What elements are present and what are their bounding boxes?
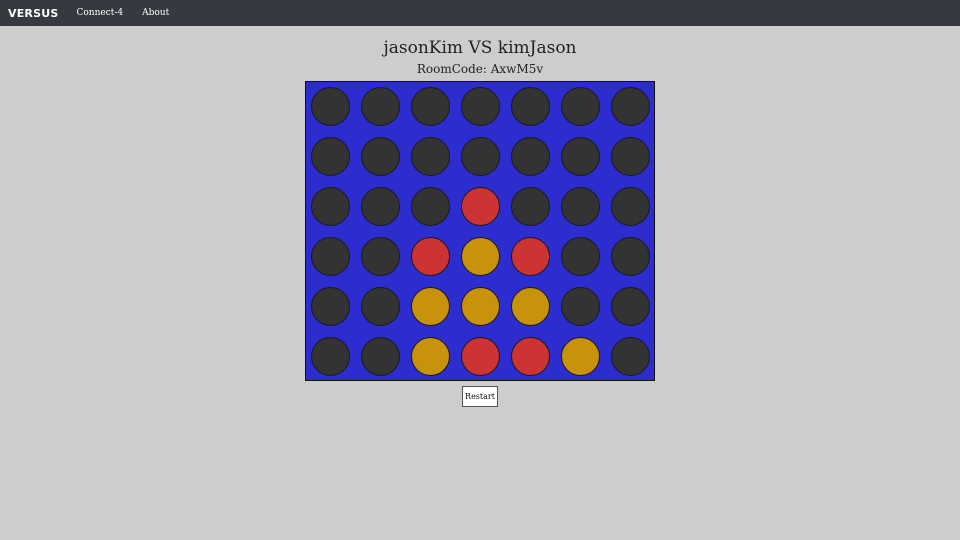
- board-cell-yellow[interactable]: [461, 287, 500, 326]
- board-cell-yellow[interactable]: [411, 337, 450, 376]
- navbar: VERSUS Connect-4 About: [0, 0, 960, 26]
- board-cell-yellow[interactable]: [461, 237, 500, 276]
- board-cell-empty[interactable]: [411, 137, 450, 176]
- board-cell-red[interactable]: [511, 237, 550, 276]
- room-code: RoomCode: AxwM5v: [416, 62, 544, 76]
- board-cell-empty[interactable]: [311, 337, 350, 376]
- board-cell-red[interactable]: [461, 187, 500, 226]
- board-cell-empty[interactable]: [611, 337, 650, 376]
- nav-link-connect-4[interactable]: Connect-4: [76, 8, 123, 18]
- board-cell-empty[interactable]: [361, 187, 400, 226]
- board-cell-empty[interactable]: [461, 137, 500, 176]
- board-cell-yellow[interactable]: [561, 337, 600, 376]
- board-cell-empty[interactable]: [561, 187, 600, 226]
- board-cell-empty[interactable]: [311, 87, 350, 126]
- game-board: [305, 81, 655, 381]
- board-cell-yellow[interactable]: [411, 287, 450, 326]
- board-cell-empty[interactable]: [411, 87, 450, 126]
- brand-logo[interactable]: VERSUS: [8, 7, 58, 20]
- nav-link-about[interactable]: About: [142, 8, 169, 18]
- board-cell-empty[interactable]: [511, 87, 550, 126]
- board-cell-empty[interactable]: [311, 237, 350, 276]
- board-cell-empty[interactable]: [311, 187, 350, 226]
- restart-button[interactable]: Restart: [462, 386, 498, 407]
- board-cell-empty[interactable]: [611, 87, 650, 126]
- board-cell-empty[interactable]: [511, 187, 550, 226]
- board-cell-empty[interactable]: [561, 287, 600, 326]
- board-cell-empty[interactable]: [561, 137, 600, 176]
- board-cell-empty[interactable]: [611, 137, 650, 176]
- board-cell-empty[interactable]: [311, 287, 350, 326]
- board-cell-red[interactable]: [411, 237, 450, 276]
- board-cell-red[interactable]: [511, 337, 550, 376]
- board-cell-empty[interactable]: [361, 137, 400, 176]
- board-cell-empty[interactable]: [411, 187, 450, 226]
- board-cell-empty[interactable]: [611, 187, 650, 226]
- board-cell-empty[interactable]: [561, 87, 600, 126]
- board-cell-empty[interactable]: [611, 237, 650, 276]
- board-cell-empty[interactable]: [461, 87, 500, 126]
- board-cell-empty[interactable]: [511, 137, 550, 176]
- board-cell-empty[interactable]: [311, 137, 350, 176]
- board-cell-empty[interactable]: [361, 287, 400, 326]
- game-title: jasonKim VS kimJason: [383, 38, 577, 58]
- board-cell-empty[interactable]: [611, 287, 650, 326]
- board-cell-empty[interactable]: [361, 87, 400, 126]
- board-cell-red[interactable]: [461, 337, 500, 376]
- board-cell-empty[interactable]: [361, 237, 400, 276]
- board-cell-empty[interactable]: [361, 337, 400, 376]
- board-cell-empty[interactable]: [561, 237, 600, 276]
- board-cell-yellow[interactable]: [511, 287, 550, 326]
